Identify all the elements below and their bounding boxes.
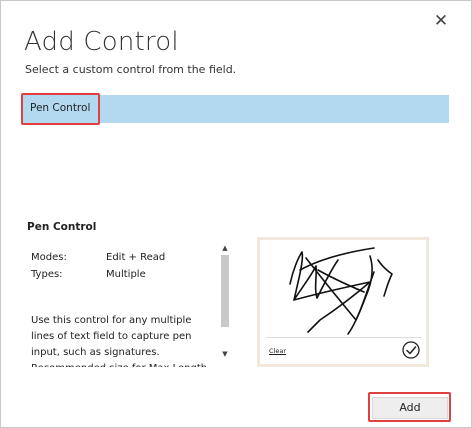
types-value: Multiple	[106, 269, 146, 280]
dialog-title: Add Control	[24, 27, 179, 57]
close-icon[interactable]: ✕	[431, 11, 451, 31]
control-list: Pen Control	[23, 95, 449, 123]
signature-scribble-icon	[289, 247, 393, 335]
scroll-down-arrow-icon[interactable]: ▼	[219, 349, 231, 359]
clear-link[interactable]: Clear	[269, 347, 286, 355]
types-label: Types:	[31, 269, 63, 280]
scroll-up-arrow-icon[interactable]: ▲	[219, 243, 231, 253]
control-description: Use this control for any multiple lines …	[31, 315, 207, 367]
modes-row: Modes: Edit + Read	[27, 241, 235, 263]
add-button[interactable]: Add	[372, 397, 448, 419]
detail-title: Pen Control	[27, 221, 97, 233]
preview-separator	[266, 337, 421, 338]
detail-scrollbar[interactable]: ▲ ▼	[219, 241, 231, 363]
detail-panel: Modes: Edit + Read Types: Multiple Use t…	[27, 241, 235, 367]
scrollbar-thumb[interactable]	[221, 255, 229, 327]
pen-control-preview: Clear	[257, 237, 429, 367]
add-control-dialog: ✕ Add Control Select a custom control fr…	[0, 0, 472, 428]
check-circle-icon[interactable]	[401, 340, 421, 360]
control-list-item-label: Pen Control	[30, 102, 91, 114]
dialog-subtitle: Select a custom control from the field.	[25, 63, 237, 76]
types-row: Types: Multiple	[27, 258, 235, 280]
control-list-item-pen-control[interactable]: Pen Control	[23, 95, 449, 123]
